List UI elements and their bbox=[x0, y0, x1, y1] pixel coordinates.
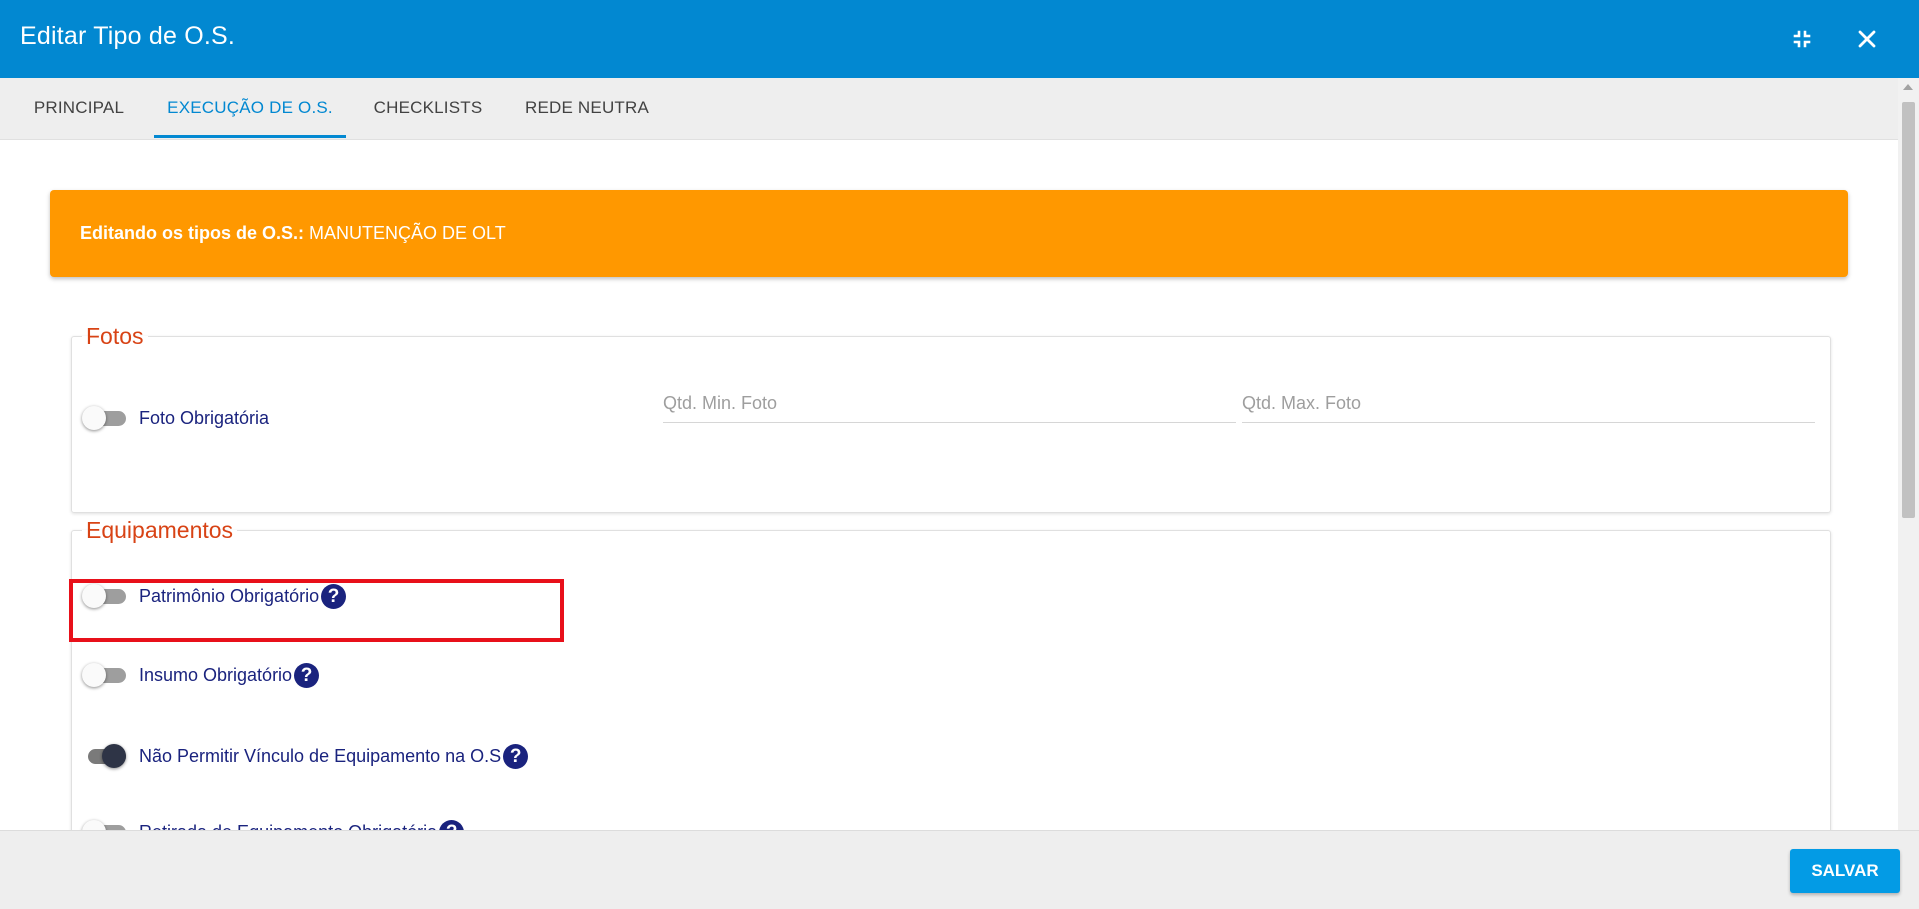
vertical-scrollbar[interactable] bbox=[1898, 78, 1919, 830]
close-icon-graphic bbox=[1858, 30, 1876, 48]
tab-principal[interactable]: PRINCIPAL bbox=[20, 78, 138, 138]
help-icon[interactable]: ? bbox=[294, 662, 320, 688]
equipamentos-legend: Equipamentos bbox=[86, 517, 234, 543]
scroll-up-arrow-icon[interactable] bbox=[1903, 84, 1913, 90]
nao-permitir-vinculo-label: Não Permitir Vínculo de Equipamento na O… bbox=[139, 745, 502, 766]
toggle-knob bbox=[82, 584, 106, 608]
compress-icon-graphic bbox=[1793, 30, 1811, 48]
close-icon[interactable] bbox=[1850, 22, 1884, 56]
dialog-footer: SALVAR bbox=[0, 830, 1919, 909]
editing-banner: Editando os tipos de O.S.: MANUTENÇÃO DE… bbox=[50, 190, 1848, 277]
help-icon[interactable]: ? bbox=[321, 583, 347, 609]
foto-obrigatoria-row: Foto Obrigatória bbox=[82, 403, 269, 433]
toggle-knob bbox=[82, 406, 106, 430]
insumo-obrigatorio-label: Insumo Obrigatório bbox=[139, 664, 293, 685]
toggle-knob bbox=[82, 820, 106, 830]
help-icon[interactable]: ? bbox=[503, 743, 529, 769]
tab-bar: PRINCIPAL EXECUÇÃO DE O.S. CHECKLISTS RE… bbox=[0, 78, 1919, 140]
scrollbar-thumb[interactable] bbox=[1902, 102, 1915, 518]
retirada-equipamento-row: Retirada de Equipamento Obrigatória ? bbox=[82, 817, 465, 831]
insumo-obrigatorio-row: Insumo Obrigatório ? bbox=[82, 660, 320, 690]
foto-obrigatoria-toggle[interactable] bbox=[82, 405, 128, 431]
save-button[interactable]: SALVAR bbox=[1790, 849, 1900, 893]
qtd-min-foto-input[interactable] bbox=[663, 388, 1236, 418]
help-icon[interactable]: ? bbox=[439, 819, 465, 830]
banner-prefix: Editando os tipos de O.S.: bbox=[80, 223, 305, 243]
dialog-header: Editar Tipo de O.S. bbox=[0, 0, 1919, 78]
tab-execucao-os[interactable]: EXECUÇÃO DE O.S. bbox=[154, 78, 346, 138]
patrimonio-obrigatorio-label: Patrimônio Obrigatório bbox=[139, 585, 320, 606]
tab-checklists[interactable]: CHECKLISTS bbox=[364, 78, 492, 138]
fotos-section: Fotos Foto Obrigatória bbox=[71, 323, 1831, 513]
qtd-max-foto-input[interactable] bbox=[1242, 388, 1815, 418]
qtd-min-foto-field[interactable] bbox=[663, 388, 1236, 423]
foto-obrigatoria-label: Foto Obrigatória bbox=[139, 407, 270, 428]
patrimonio-obrigatorio-toggle[interactable] bbox=[82, 583, 128, 609]
dialog-title: Editar Tipo de O.S. bbox=[20, 22, 236, 50]
retirada-equipamento-label: Retirada de Equipamento Obrigatória bbox=[139, 822, 437, 831]
toggle-knob bbox=[102, 744, 126, 768]
dialog-content: Editando os tipos de O.S.: MANUTENÇÃO DE… bbox=[0, 140, 1898, 830]
tab-rede-neutra[interactable]: REDE NEUTRA bbox=[514, 78, 660, 138]
insumo-obrigatorio-toggle[interactable] bbox=[82, 662, 128, 688]
qtd-max-foto-field[interactable] bbox=[1242, 388, 1815, 423]
nao-permitir-vinculo-toggle[interactable] bbox=[82, 743, 128, 769]
fotos-legend: Fotos bbox=[86, 323, 144, 349]
retirada-equipamento-toggle[interactable] bbox=[82, 819, 128, 830]
compress-icon[interactable] bbox=[1785, 22, 1819, 56]
banner-value: MANUTENÇÃO DE OLT bbox=[309, 223, 506, 243]
patrimonio-obrigatorio-row: Patrimônio Obrigatório ? bbox=[82, 581, 347, 611]
nao-permitir-vinculo-row: Não Permitir Vínculo de Equipamento na O… bbox=[82, 741, 529, 771]
equipamentos-section: Equipamentos Patrimônio Obrigatório ? In… bbox=[71, 517, 1831, 830]
toggle-knob bbox=[82, 663, 106, 687]
